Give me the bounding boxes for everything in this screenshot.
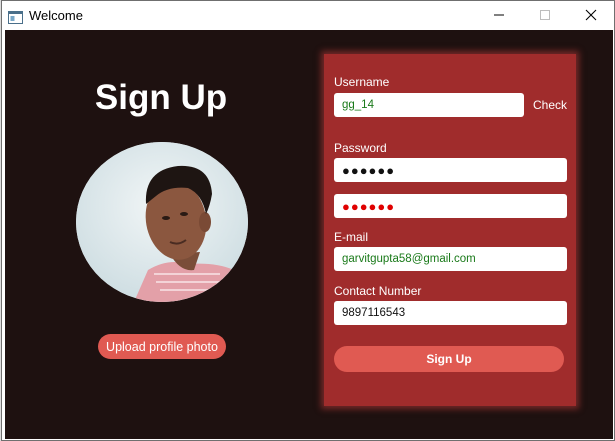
email-field[interactable]: garvitgupta58@gmail.com bbox=[334, 247, 567, 271]
profile-photo bbox=[76, 142, 248, 302]
title-bar[interactable]: Welcome bbox=[2, 1, 614, 30]
maximize-button[interactable] bbox=[522, 1, 568, 30]
maximize-icon bbox=[539, 6, 551, 25]
upload-photo-button[interactable]: Upload profile photo bbox=[98, 334, 226, 359]
username-field[interactable]: gg_14 bbox=[334, 93, 524, 117]
close-icon bbox=[585, 6, 597, 25]
minimize-icon bbox=[493, 6, 505, 25]
signup-form-panel: Username gg_14 Check Password ●●●●●● ●●●… bbox=[324, 54, 576, 406]
close-button[interactable] bbox=[568, 1, 614, 30]
app-window: Welcome Sign Up Upload profile photo Use… bbox=[1, 0, 615, 441]
password-label: Password bbox=[334, 141, 387, 155]
contact-number-field[interactable]: 9897116543 bbox=[334, 301, 567, 325]
contact-number-label: Contact Number bbox=[334, 284, 422, 298]
main-content: Sign Up Upload profile photo Username gg… bbox=[5, 30, 613, 439]
sign-up-button[interactable]: Sign Up bbox=[334, 346, 564, 372]
minimize-button[interactable] bbox=[476, 1, 522, 30]
window-title: Welcome bbox=[29, 8, 83, 23]
email-label: E-mail bbox=[334, 230, 369, 244]
page-title: Sign Up bbox=[94, 78, 228, 117]
app-icon bbox=[8, 9, 23, 24]
confirm-password-field[interactable]: ●●●●●● bbox=[334, 194, 567, 218]
username-label: Username bbox=[334, 75, 390, 89]
password-field[interactable]: ●●●●●● bbox=[334, 158, 567, 182]
check-username-link[interactable]: Check bbox=[533, 98, 567, 112]
